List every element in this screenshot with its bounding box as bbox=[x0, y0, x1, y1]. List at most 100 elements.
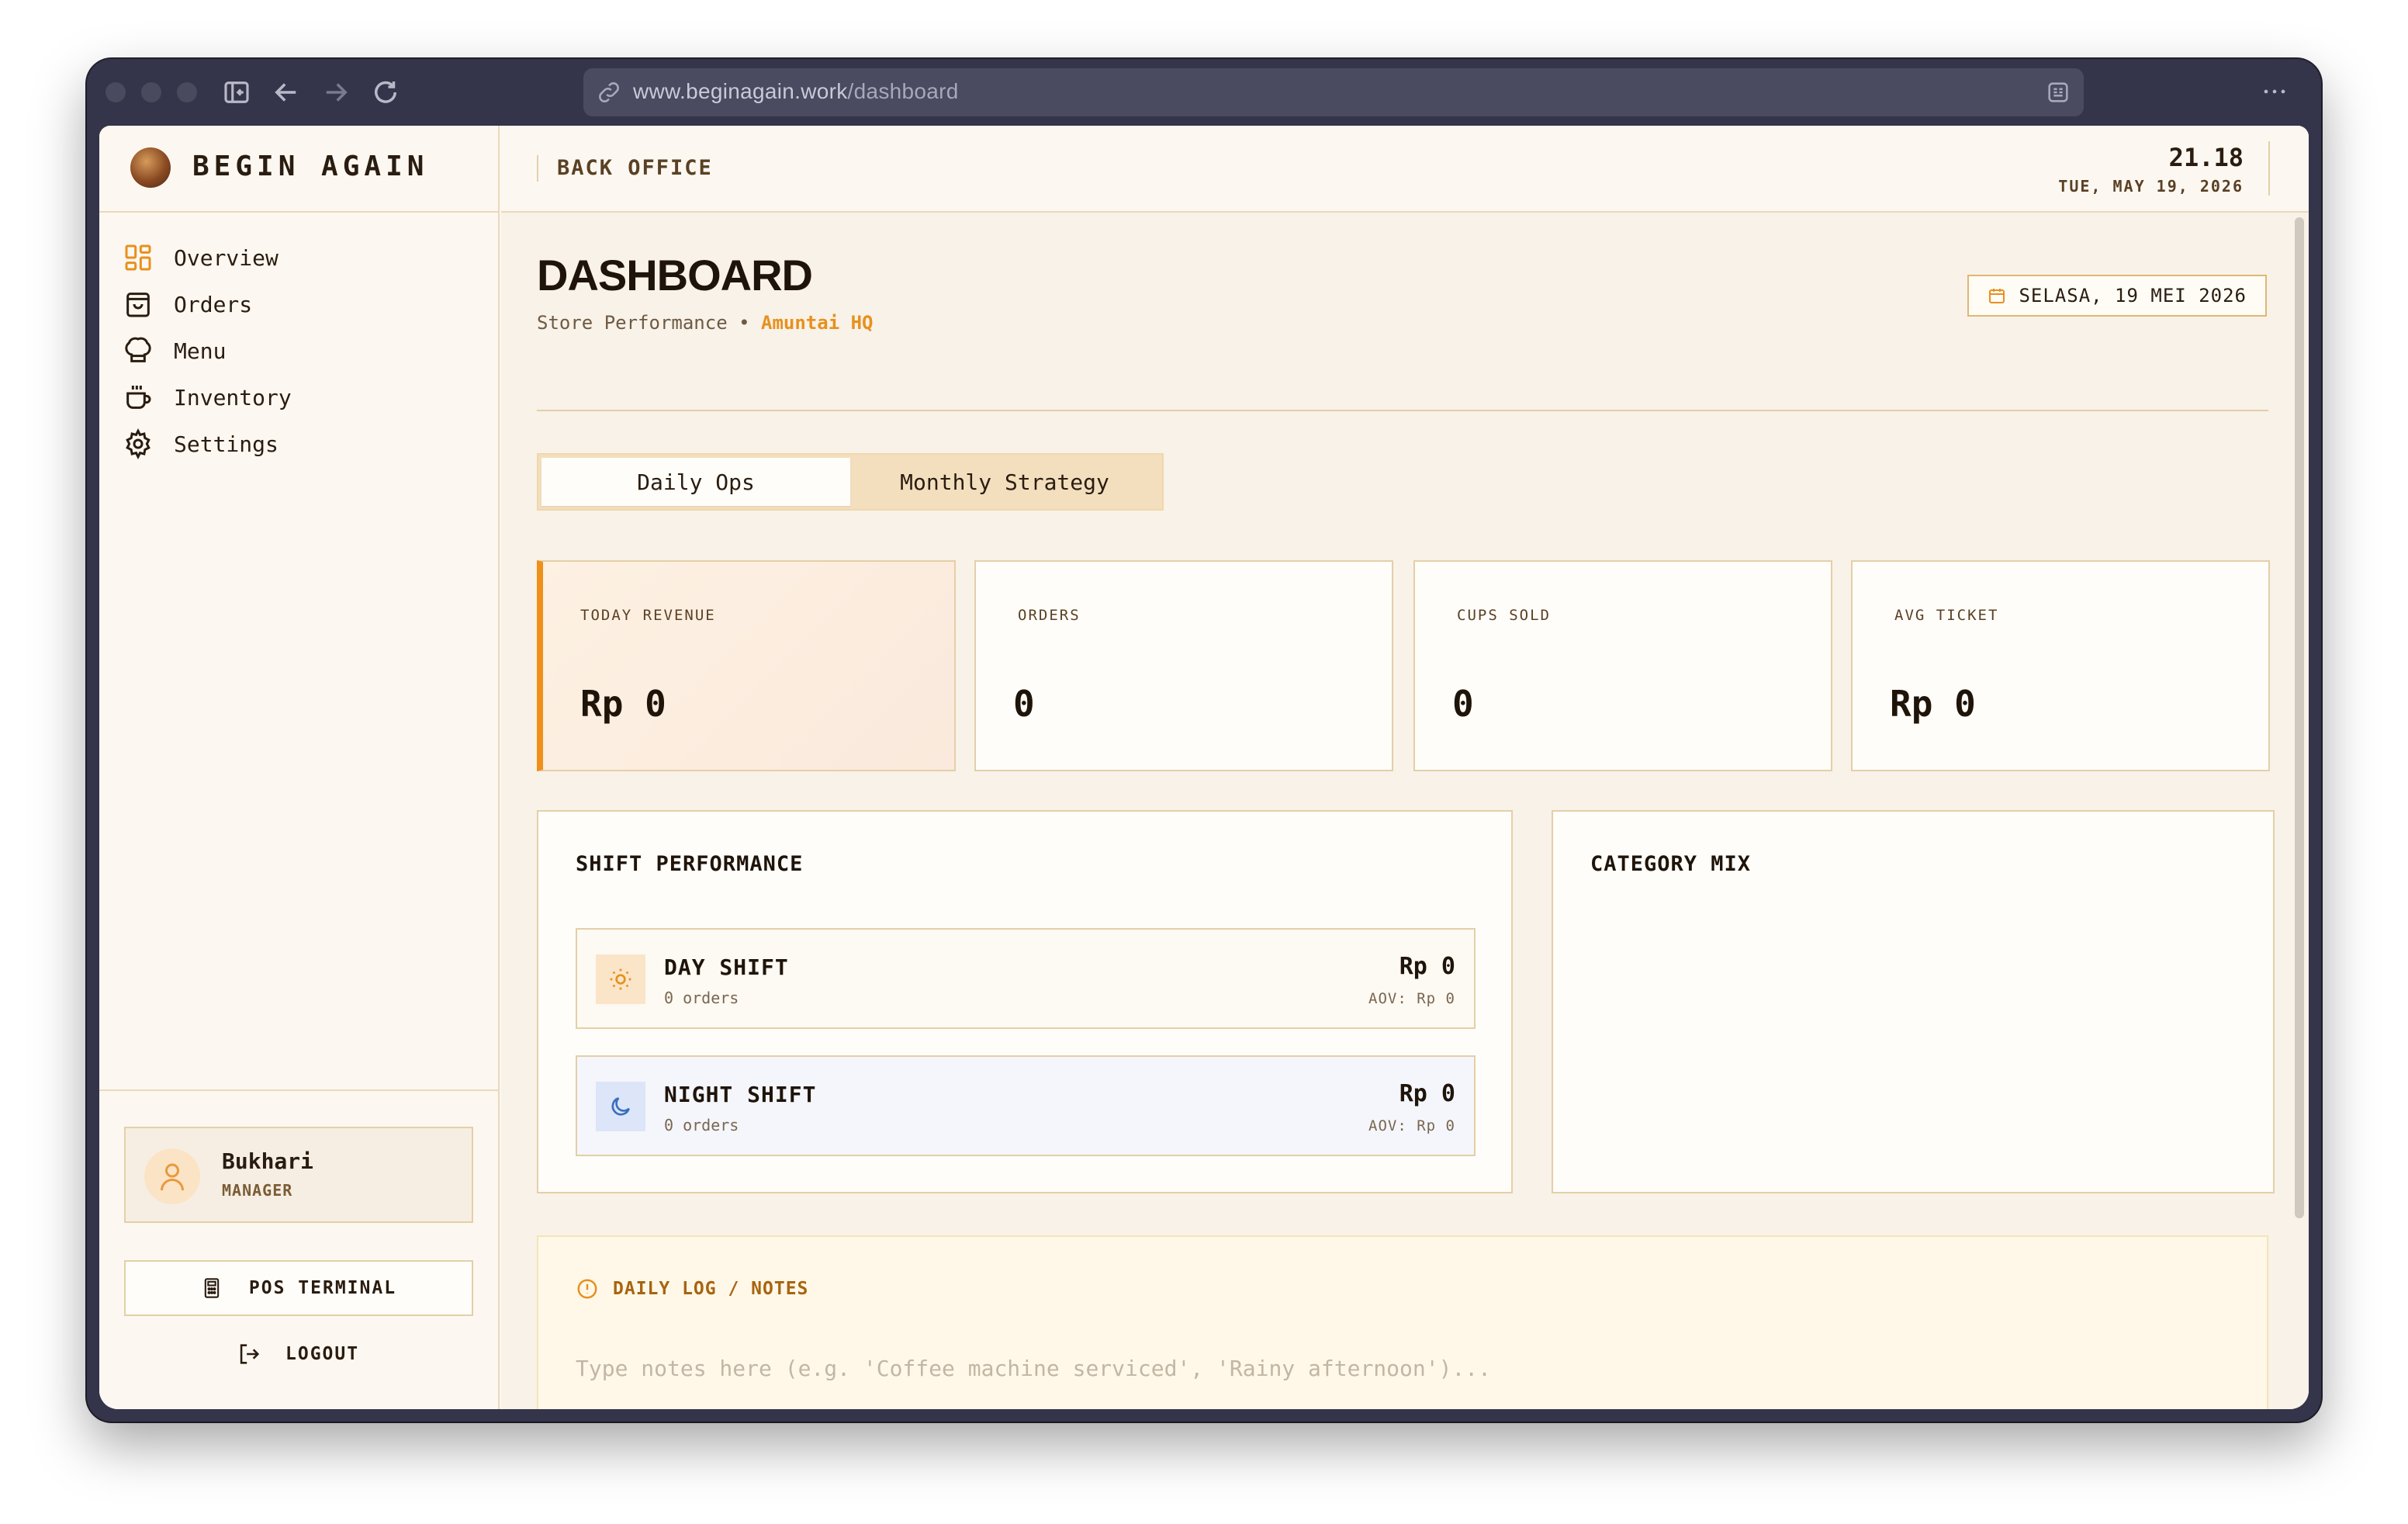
header-divider bbox=[537, 410, 2268, 411]
kpi-value: 0 bbox=[1013, 683, 1035, 725]
reader-mode-icon[interactable] bbox=[2045, 79, 2071, 106]
shift-performance-panel: SHIFT PERFORMANCE DAY SHIFT 0 orders Rp … bbox=[537, 810, 1513, 1193]
kpi-value: Rp 0 bbox=[1890, 683, 1976, 725]
user-card[interactable]: Bukhari MANAGER bbox=[124, 1127, 473, 1223]
sidebar-item-orders[interactable]: Orders bbox=[123, 281, 479, 327]
logout-label: LOGOUT bbox=[285, 1344, 360, 1364]
shift-card-night: NIGHT SHIFT 0 orders Rp 0 AOV: Rp 0 bbox=[576, 1055, 1476, 1156]
site-info-icon[interactable] bbox=[596, 79, 622, 106]
shift-orders: 0 orders bbox=[664, 1116, 739, 1134]
minimize-window-button[interactable] bbox=[141, 82, 161, 102]
shopping-bag-icon bbox=[123, 289, 154, 320]
close-window-button[interactable] bbox=[106, 82, 126, 102]
url-text: www.beginagain.work/dashboard bbox=[633, 79, 959, 104]
dashboard-content: DASHBOARD Store Performance • Amuntai HQ… bbox=[501, 213, 2309, 1409]
address-bar[interactable]: www.beginagain.work/dashboard bbox=[583, 68, 2084, 116]
view-tabs: Daily Ops Monthly Strategy bbox=[537, 453, 1164, 511]
store-location: Amuntai HQ bbox=[761, 312, 874, 334]
maximize-window-button[interactable] bbox=[177, 82, 197, 102]
sidebar-divider bbox=[99, 1089, 500, 1091]
browser-window: www.beginagain.work/dashboard BEGIN AGAI… bbox=[87, 59, 2321, 1422]
sidebar-item-overview[interactable]: Overview bbox=[123, 234, 479, 281]
date-picker-label: SELASA, 19 MEI 2026 bbox=[2019, 285, 2247, 307]
grid-icon bbox=[123, 242, 154, 273]
sidebar: BEGIN AGAIN Overview Orders Menu Invento… bbox=[99, 126, 500, 1409]
logout-button[interactable]: LOGOUT bbox=[236, 1341, 359, 1367]
panel-title: SHIFT PERFORMANCE bbox=[576, 852, 804, 876]
shift-name: DAY SHIFT bbox=[664, 954, 789, 980]
scrollbar[interactable] bbox=[2295, 217, 2304, 1218]
shift-revenue: Rp 0 bbox=[1399, 953, 1455, 980]
topbar-separator bbox=[2268, 141, 2270, 196]
sidebar-item-label: Orders bbox=[174, 291, 253, 317]
user-icon bbox=[161, 1163, 184, 1191]
alert-circle-icon bbox=[576, 1277, 599, 1301]
user-role: MANAGER bbox=[222, 1181, 293, 1200]
kpi-label: AVG TICKET bbox=[1894, 607, 1999, 624]
page-title: DASHBOARD bbox=[537, 251, 813, 300]
kpi-value: 0 bbox=[1452, 683, 1474, 725]
clock: 21.18 TUE, MAY 19, 2026 bbox=[2058, 143, 2244, 196]
kpi-label: ORDERS bbox=[1018, 607, 1081, 624]
shift-aov: AOV: Rp 0 bbox=[1368, 990, 1455, 1007]
clock-time: 21.18 bbox=[2168, 143, 2244, 172]
kpi-card-orders: ORDERS 0 bbox=[974, 560, 1393, 771]
shift-aov: AOV: Rp 0 bbox=[1368, 1117, 1455, 1134]
sidebar-nav: Overview Orders Menu Inventory Settings bbox=[123, 234, 479, 467]
section-label: BACK OFFICE bbox=[537, 155, 713, 182]
notes-title: DAILY LOG / NOTES bbox=[613, 1279, 809, 1299]
kpi-card-today-revenue: TODAY REVENUE Rp 0 bbox=[537, 560, 956, 771]
kpi-label: TODAY REVENUE bbox=[580, 607, 716, 624]
topbar: BACK OFFICE 21.18 TUE, MAY 19, 2026 bbox=[501, 126, 2309, 213]
moon-icon bbox=[596, 1082, 645, 1131]
sidebar-item-label: Settings bbox=[174, 431, 279, 457]
avatar bbox=[144, 1148, 200, 1204]
sidebar-item-settings[interactable]: Settings bbox=[123, 421, 479, 467]
sidebar-item-label: Inventory bbox=[174, 384, 292, 410]
kpi-card-cups-sold: CUPS SOLD 0 bbox=[1413, 560, 1832, 771]
forward-arrow-icon[interactable] bbox=[320, 76, 352, 109]
kpi-card-avg-ticket: AVG TICKET Rp 0 bbox=[1851, 560, 2270, 771]
sidebar-toggle-icon[interactable] bbox=[220, 76, 253, 109]
coffee-cup-icon bbox=[123, 382, 154, 413]
brand-header: BEGIN AGAIN bbox=[99, 126, 500, 213]
brand-logo[interactable] bbox=[130, 147, 171, 188]
pos-terminal-button[interactable]: POS TERMINAL bbox=[124, 1260, 473, 1316]
shift-orders: 0 orders bbox=[664, 989, 739, 1007]
sidebar-item-menu[interactable]: Menu bbox=[123, 327, 479, 374]
subtitle-separator: • bbox=[739, 312, 750, 334]
user-name: Bukhari bbox=[222, 1148, 314, 1174]
main-area: BACK OFFICE 21.18 TUE, MAY 19, 2026 DASH… bbox=[501, 126, 2309, 1409]
calculator-icon bbox=[201, 1277, 223, 1299]
tab-daily-ops[interactable]: Daily Ops bbox=[541, 458, 850, 506]
url-host: www.beginagain.work bbox=[633, 79, 848, 103]
sidebar-item-label: Menu bbox=[174, 338, 227, 364]
tab-monthly-strategy[interactable]: Monthly Strategy bbox=[850, 458, 1159, 506]
pos-terminal-label: POS TERMINAL bbox=[248, 1278, 397, 1298]
more-options-icon[interactable] bbox=[2258, 74, 2292, 109]
notes-header: DAILY LOG / NOTES bbox=[576, 1277, 808, 1301]
notes-input[interactable] bbox=[576, 1349, 2205, 1387]
daily-notes-panel: DAILY LOG / NOTES bbox=[537, 1235, 2268, 1409]
reload-icon[interactable] bbox=[369, 76, 402, 109]
subtitle-text: Store Performance bbox=[537, 312, 728, 334]
url-path: /dashboard bbox=[847, 79, 959, 103]
logout-icon bbox=[236, 1341, 262, 1367]
calendar-icon bbox=[1988, 286, 2006, 305]
sun-icon bbox=[596, 954, 645, 1004]
date-picker-button[interactable]: SELASA, 19 MEI 2026 bbox=[1967, 275, 2267, 317]
browser-titlebar: www.beginagain.work/dashboard bbox=[87, 59, 2321, 126]
page-subtitle: Store Performance • Amuntai HQ bbox=[537, 312, 874, 334]
gear-icon bbox=[123, 428, 154, 460]
kpi-row: TODAY REVENUE Rp 0 ORDERS 0 CUPS SOLD 0 … bbox=[537, 560, 2270, 771]
panel-title: CATEGORY MIX bbox=[1590, 852, 1752, 876]
sidebar-item-label: Overview bbox=[174, 244, 279, 271]
shift-card-day: DAY SHIFT 0 orders Rp 0 AOV: Rp 0 bbox=[576, 928, 1476, 1029]
shift-name: NIGHT SHIFT bbox=[664, 1082, 817, 1107]
sidebar-item-inventory[interactable]: Inventory bbox=[123, 374, 479, 421]
category-mix-panel: CATEGORY MIX bbox=[1552, 810, 2275, 1193]
brand-name: BEGIN AGAIN bbox=[192, 151, 429, 182]
back-arrow-icon[interactable] bbox=[270, 76, 303, 109]
kpi-label: CUPS SOLD bbox=[1457, 607, 1551, 624]
chef-hat-icon bbox=[123, 335, 154, 366]
